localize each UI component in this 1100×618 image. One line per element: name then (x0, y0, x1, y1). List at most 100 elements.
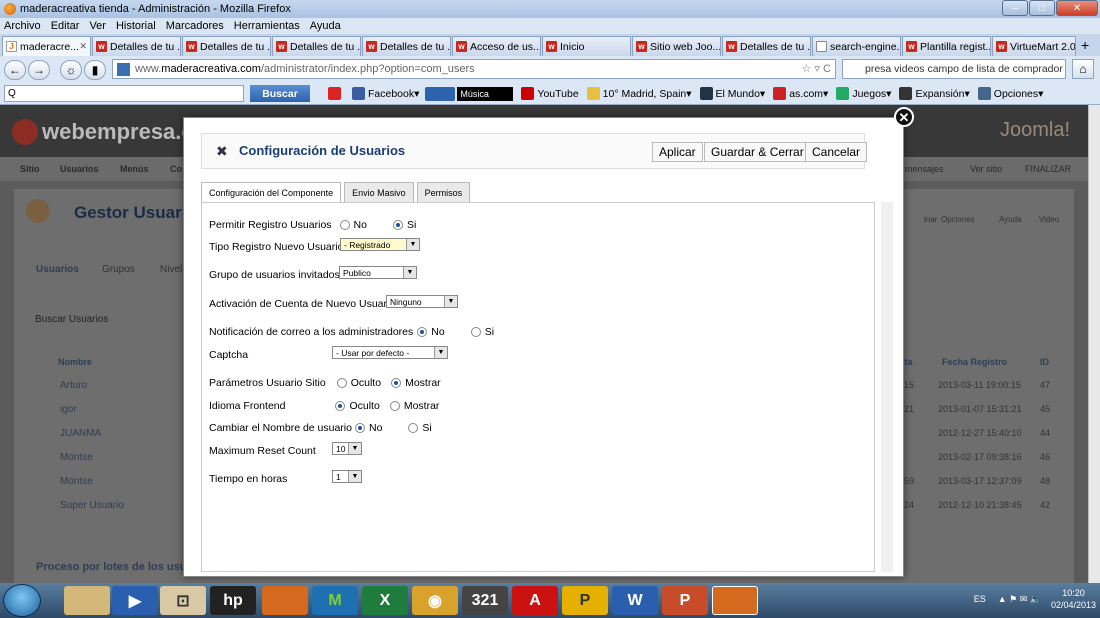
juegos-button[interactable]: Juegos ▾ (836, 87, 891, 100)
close-tab-icon[interactable]: ✕ (79, 41, 87, 52)
maximize-button[interactable]: □ (1029, 0, 1055, 16)
notify-admins-si-radio[interactable] (470, 327, 481, 337)
row-name[interactable]: Arturo (60, 380, 87, 391)
tab-mass-mail[interactable]: Envio Masivo (344, 182, 414, 202)
apply-button[interactable]: Aplicar (652, 142, 703, 162)
as-button[interactable]: as.com ▾ (773, 87, 828, 100)
allow-registration-si-radio[interactable] (392, 220, 403, 230)
col-name[interactable]: Nombre (58, 357, 92, 367)
browser-tab[interactable]: w Detalles de tu ... (272, 36, 361, 56)
menu-herramientas[interactable]: Herramientas (234, 20, 300, 32)
opciones-button[interactable]: Opciones ▾ (977, 87, 1043, 100)
sync-icon[interactable]: ☼ (60, 59, 82, 80)
menu-marcadores[interactable]: Marcadores (166, 20, 224, 32)
menu-ver[interactable]: Ver (89, 20, 106, 32)
row-name[interactable]: igor (60, 404, 77, 415)
dialog-scrollbar[interactable] (881, 202, 893, 572)
menu-finalizar[interactable]: FINALIZAR (1025, 164, 1071, 174)
ask-button[interactable] (328, 87, 344, 100)
browser-tab[interactable]: w Acceso de us... (452, 36, 541, 56)
change-username-no-radio[interactable] (354, 423, 365, 433)
tab-component-config[interactable]: Configuración del Componente (201, 182, 342, 202)
toolbar-video-label[interactable]: Video (1039, 215, 1059, 224)
toolbar-search-input[interactable]: Q (4, 85, 244, 102)
page-scrollbar[interactable] (1088, 105, 1100, 583)
menu-sitio[interactable]: Sitio (20, 164, 40, 174)
row-name[interactable]: JUANMA (60, 428, 101, 439)
menu-ayuda[interactable]: Ayuda (310, 20, 341, 32)
youtube-button[interactable]: YouTube (521, 87, 579, 100)
browser-tab[interactable]: w Detalles de tu ... (362, 36, 451, 56)
frontend-lang-mostrar-radio[interactable] (389, 401, 400, 411)
browser-tab[interactable]: w Detalles de tu ... (182, 36, 271, 56)
search-input[interactable]: presa videos campo de lista de comprador (842, 59, 1066, 79)
new-tab-button[interactable]: + (1081, 37, 1089, 53)
browser-tab[interactable]: w Detalles de tu ... (722, 36, 811, 56)
powerpoint-icon[interactable]: P (662, 586, 708, 615)
facebook-button[interactable]: Facebook ▾ (352, 87, 419, 100)
site-params-mostrar-radio[interactable] (391, 378, 402, 388)
browser-tab[interactable]: search-engine... (812, 36, 901, 56)
close-dialog-icon[interactable]: ✕ (894, 107, 914, 127)
reg-type-select[interactable]: - Registrado ▼ (340, 238, 420, 251)
stats-icon[interactable]: ▮ (84, 59, 106, 80)
language-indicator[interactable]: ES (974, 594, 986, 604)
file-explorer-icon[interactable] (64, 586, 110, 615)
browser-tab[interactable]: w Detalles de tu ... (92, 36, 181, 56)
toolbar-opciones-label[interactable]: Opciones (941, 215, 975, 224)
start-button[interactable] (3, 584, 41, 617)
expansion-button[interactable]: Expansión ▾ (899, 87, 970, 100)
subnav-grupos[interactable]: Grupos (102, 264, 135, 275)
firefox-active-icon[interactable] (712, 586, 758, 615)
weather-button[interactable]: 10° Madrid, Spain ▾ (586, 87, 692, 100)
chrome-icon[interactable]: ◉ (412, 586, 458, 615)
allow-registration-no-radio[interactable] (339, 220, 350, 230)
close-window-button[interactable]: ✕ (1056, 0, 1098, 16)
firefox-taskbar-icon[interactable] (262, 586, 308, 615)
menu-editar[interactable]: Editar (51, 20, 80, 32)
app-icon[interactable]: ⊡ (160, 586, 206, 615)
change-username-si-radio[interactable] (408, 423, 419, 433)
activation-select[interactable]: Ninguno ▼ (386, 295, 458, 308)
bookmark-star-icon[interactable]: ☆ ▿ C (802, 62, 831, 75)
cancel-button[interactable]: Cancelar (805, 142, 868, 162)
menu-ver-sitio[interactable]: Ver sitio (970, 164, 1002, 174)
captcha-select[interactable]: - Usar por defecto - ▼ (332, 346, 448, 359)
subnav-nivel[interactable]: Nivel (160, 264, 182, 275)
menu-usuarios[interactable]: Usuarios (60, 164, 99, 174)
hp-icon[interactable]: hp (210, 586, 256, 615)
toolbar-ayuda-label[interactable]: Ayuda (999, 215, 1022, 224)
notify-admins-no-radio[interactable] (417, 327, 428, 337)
time-hours-select[interactable]: 1 ▼ (332, 470, 362, 483)
menu-mensajes[interactable]: mensajes (905, 164, 944, 174)
word-icon[interactable]: W (612, 586, 658, 615)
clock[interactable]: 10:20 02/04/2013 (1051, 587, 1096, 611)
minimize-button[interactable]: – (1002, 0, 1028, 16)
tab-permissions[interactable]: Permisos (416, 182, 471, 202)
excel-icon[interactable]: X (362, 586, 408, 615)
col-date[interactable]: Fecha Registro (942, 357, 1007, 367)
max-reset-select[interactable]: 10 ▼ (332, 442, 362, 455)
browser-tab[interactable]: w Sitio web Joo... (632, 36, 721, 56)
elmundo-button[interactable]: El Mundo ▾ (699, 87, 765, 100)
music-player[interactable]: Música (425, 86, 514, 101)
col-id[interactable]: ID (1040, 357, 1049, 367)
row-name[interactable]: Montse (60, 452, 93, 463)
back-button[interactable]: ← (4, 59, 26, 80)
media-player-icon[interactable]: ▶ (112, 586, 158, 615)
frontend-lang-oculto-radio[interactable] (335, 401, 346, 411)
buscar-button[interactable]: Buscar (250, 85, 310, 102)
browser-tab[interactable]: w Plantilla regist... (902, 36, 991, 56)
acrobat-icon[interactable]: A (512, 586, 558, 615)
menu-co[interactable]: Co (170, 164, 182, 174)
menu-menus[interactable]: Menús (120, 164, 149, 174)
movistar-icon[interactable]: M (312, 586, 358, 615)
guest-group-select[interactable]: Publico ▼ (339, 266, 417, 279)
row-name[interactable]: Super Usuario (60, 500, 124, 511)
browser-tab[interactable]: wVirtueMart 2.0... (992, 36, 1076, 56)
tray-icons[interactable]: ▲ ⚑ ✉ 🔈 (998, 594, 1041, 605)
play-icon[interactable] (425, 86, 456, 101)
browser-tab[interactable]: w Inicio (542, 36, 631, 56)
publisher-icon[interactable]: P (562, 586, 608, 615)
row-name[interactable]: Montse (60, 476, 93, 487)
